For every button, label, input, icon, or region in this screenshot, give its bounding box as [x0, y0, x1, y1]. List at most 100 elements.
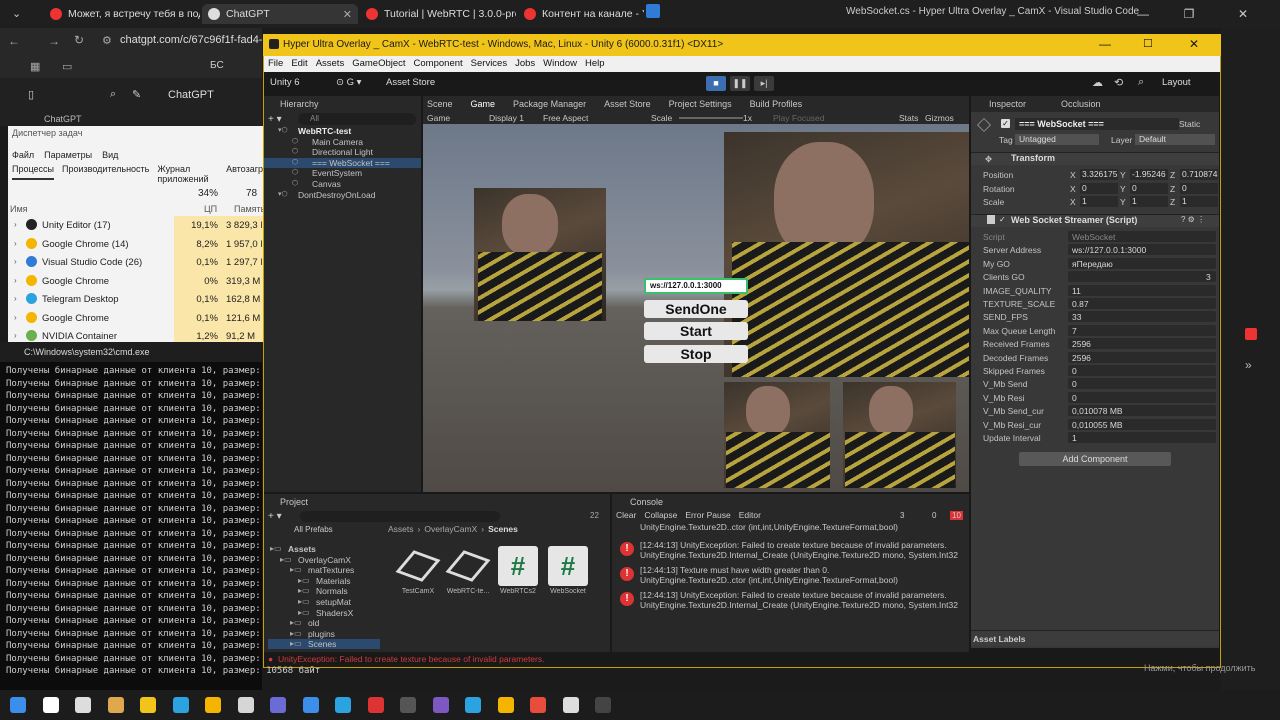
minimize-icon[interactable]: — [1099, 37, 1111, 51]
edge-icon[interactable] [172, 697, 189, 713]
component-enabled-checkbox[interactable]: ✓ [999, 215, 1006, 224]
console-entry-line2[interactable]: UnityEngine.Texture2D.Internal_Create (U… [640, 550, 960, 560]
inspector-field-box[interactable] [1068, 391, 1216, 403]
expand-chevron-icon[interactable]: › [14, 220, 17, 229]
tab-project[interactable]: Project [280, 497, 308, 507]
asset-labels[interactable]: Asset Labels [973, 634, 1025, 644]
hierarchy-item[interactable]: ⬡ Canvas [264, 179, 421, 189]
play-focused-dropdown[interactable]: Play Focused [773, 113, 825, 123]
console-entry-line2[interactable]: UnityEngine.Texture2D..ctor (int,int,Uni… [640, 575, 960, 585]
tab-app-history[interactable]: Журнал приложений [157, 164, 218, 184]
project-tree-item[interactable]: ▸▭ Materials [268, 576, 380, 586]
gizmos-dropdown[interactable]: Gizmos [925, 113, 954, 123]
add-icon[interactable]: + ▾ [268, 114, 282, 125]
console-entry-line1[interactable]: UnityEngine.Texture2D..ctor (int,int,Uni… [640, 522, 960, 532]
process-row[interactable]: › Google Chrome (14) 8,2% 1 957,0 М [8, 235, 263, 254]
apps-icon[interactable]: ▦ [30, 60, 40, 73]
tab-occlusion[interactable]: Occlusion [1061, 99, 1101, 109]
vscode-icon[interactable] [302, 697, 319, 713]
folder-icon[interactable] [140, 697, 156, 713]
project-tree-item[interactable]: ▸▭ matTextures [268, 565, 380, 575]
maximize-icon[interactable]: ❐ [1166, 0, 1212, 28]
photos-icon[interactable] [107, 697, 124, 713]
process-row[interactable]: › Google Chrome 0,1% 121,6 М [8, 309, 263, 328]
collapse-button[interactable]: Collapse [644, 510, 677, 522]
cloud-dropdown[interactable]: ⊙ G ▾ [336, 77, 361, 88]
breadcrumb-item[interactable]: Scenes [488, 524, 518, 534]
project-tree-item[interactable]: ▸▭ Scenes [268, 639, 380, 650]
tab-project-settings[interactable]: Project Settings [669, 99, 732, 109]
process-row[interactable]: › Telegram Desktop 0,1% 162,8 М [8, 290, 263, 309]
inspector-field-box[interactable] [1068, 365, 1216, 376]
transform-scale-y-field[interactable]: 1 [1130, 196, 1168, 207]
tab-console[interactable]: Console [630, 497, 663, 507]
close-icon[interactable]: ✕ [1220, 0, 1266, 28]
chrome-icon[interactable] [205, 697, 221, 713]
bookmark-item[interactable]: БС [210, 60, 224, 71]
active-checkbox[interactable]: ✓ [1001, 119, 1010, 128]
tag-dropdown[interactable]: Untagged [1015, 134, 1099, 145]
scene-asset-icon[interactable] [445, 546, 491, 586]
inspector-field-box[interactable] [1068, 298, 1216, 309]
transform-position-x-field[interactable]: 3.326175 [1080, 169, 1118, 180]
tab-performance[interactable]: Производительность [62, 164, 149, 180]
close-icon[interactable]: ✕ [343, 8, 352, 21]
search-icon[interactable]: ⌕ [1138, 76, 1144, 89]
hierarchy-item[interactable]: ⬡ === WebSocket === [264, 157, 421, 168]
tab-game[interactable]: Game [471, 99, 496, 109]
history-icon[interactable]: ⟲ [1114, 76, 1123, 89]
inspector-field-box[interactable] [1068, 378, 1216, 390]
search-icon[interactable] [42, 697, 59, 713]
hierarchy-item[interactable]: ⬡ Directional Light [264, 147, 421, 157]
error-pause-button[interactable]: Error Pause [685, 510, 730, 522]
aspect-dropdown[interactable]: Free Aspect [543, 113, 588, 123]
add-asset-icon[interactable]: + ▾ [268, 511, 282, 522]
transform-rotation-z-field[interactable]: 0 [1180, 182, 1218, 194]
inspector-field-box[interactable] [1068, 271, 1216, 283]
transform-position-z-field[interactable]: 0.710874 [1180, 169, 1218, 180]
component-settings-icon[interactable]: ? ⚙ ⋮ [1181, 215, 1205, 224]
process-row[interactable]: › Visual Studio Code (26) 0,1% 1 297,7 М [8, 253, 263, 272]
transform-scale-x-field[interactable]: 1 [1080, 196, 1118, 207]
project-tree-item[interactable]: ▸▭ Normals [268, 586, 380, 596]
menu-item[interactable]: Jobs [515, 58, 535, 69]
back-icon[interactable]: ← [8, 34, 20, 48]
app-icon[interactable] [335, 697, 351, 713]
telegram-icon[interactable] [465, 697, 481, 713]
menu-item[interactable]: Window [543, 58, 577, 69]
inspector-field-box[interactable] [1068, 284, 1216, 296]
stop-button[interactable]: Stop [644, 345, 748, 363]
cmd-icon[interactable] [595, 697, 611, 713]
tab-hierarchy[interactable]: Hierarchy [280, 99, 319, 109]
tab-inspector[interactable]: Inspector [989, 99, 1026, 109]
expand-chevron-icon[interactable]: › [14, 294, 17, 303]
column-name[interactable]: Имя [10, 204, 28, 214]
unity-icon[interactable] [400, 697, 416, 713]
display-dropdown[interactable]: Display 1 [489, 113, 524, 123]
reload-icon[interactable]: ↻ [74, 33, 84, 47]
start-icon[interactable] [10, 697, 26, 713]
menu-item[interactable]: File [268, 58, 283, 69]
music-icon[interactable] [530, 697, 546, 713]
site-info-icon[interactable]: ⚙ [102, 34, 112, 47]
app-icon[interactable] [562, 697, 579, 713]
tab-list-chevron-icon[interactable]: ⌄ [4, 4, 36, 24]
tab-processes[interactable]: Процессы [12, 164, 55, 180]
minimize-icon[interactable]: — [1120, 0, 1166, 28]
url-input[interactable]: chatgpt.com/c/67c96f1f-fad4-800 [120, 34, 281, 46]
chevron-right-icon[interactable]: » [1245, 358, 1252, 372]
hierarchy-item[interactable]: ⬡ Main Camera [264, 137, 421, 147]
project-tree-item[interactable]: ▸▭ Assets [268, 544, 380, 554]
menu-item[interactable]: Assets [316, 58, 345, 69]
server-address-input[interactable]: ws://127.0.0.1:3000 [644, 278, 748, 294]
tab-asset-store[interactable]: Asset Store [604, 99, 651, 109]
layer-dropdown[interactable]: Default [1135, 134, 1215, 145]
console-entry-line1[interactable]: [12:44:13] UnityException: Failed to cre… [640, 540, 960, 550]
console-entry-line2[interactable]: UnityEngine.Texture2D.Internal_Create (U… [640, 600, 960, 610]
script-asset-icon[interactable]: # [548, 546, 588, 586]
asset-store-dropdown[interactable]: Asset Store [386, 77, 435, 88]
info-count[interactable]: 3 [900, 511, 904, 520]
app-icon[interactable] [237, 697, 254, 713]
pause-button[interactable]: ❚❚ [730, 76, 750, 91]
process-row[interactable]: › NVIDIA Container 1,2% 91,2 М [8, 327, 263, 346]
